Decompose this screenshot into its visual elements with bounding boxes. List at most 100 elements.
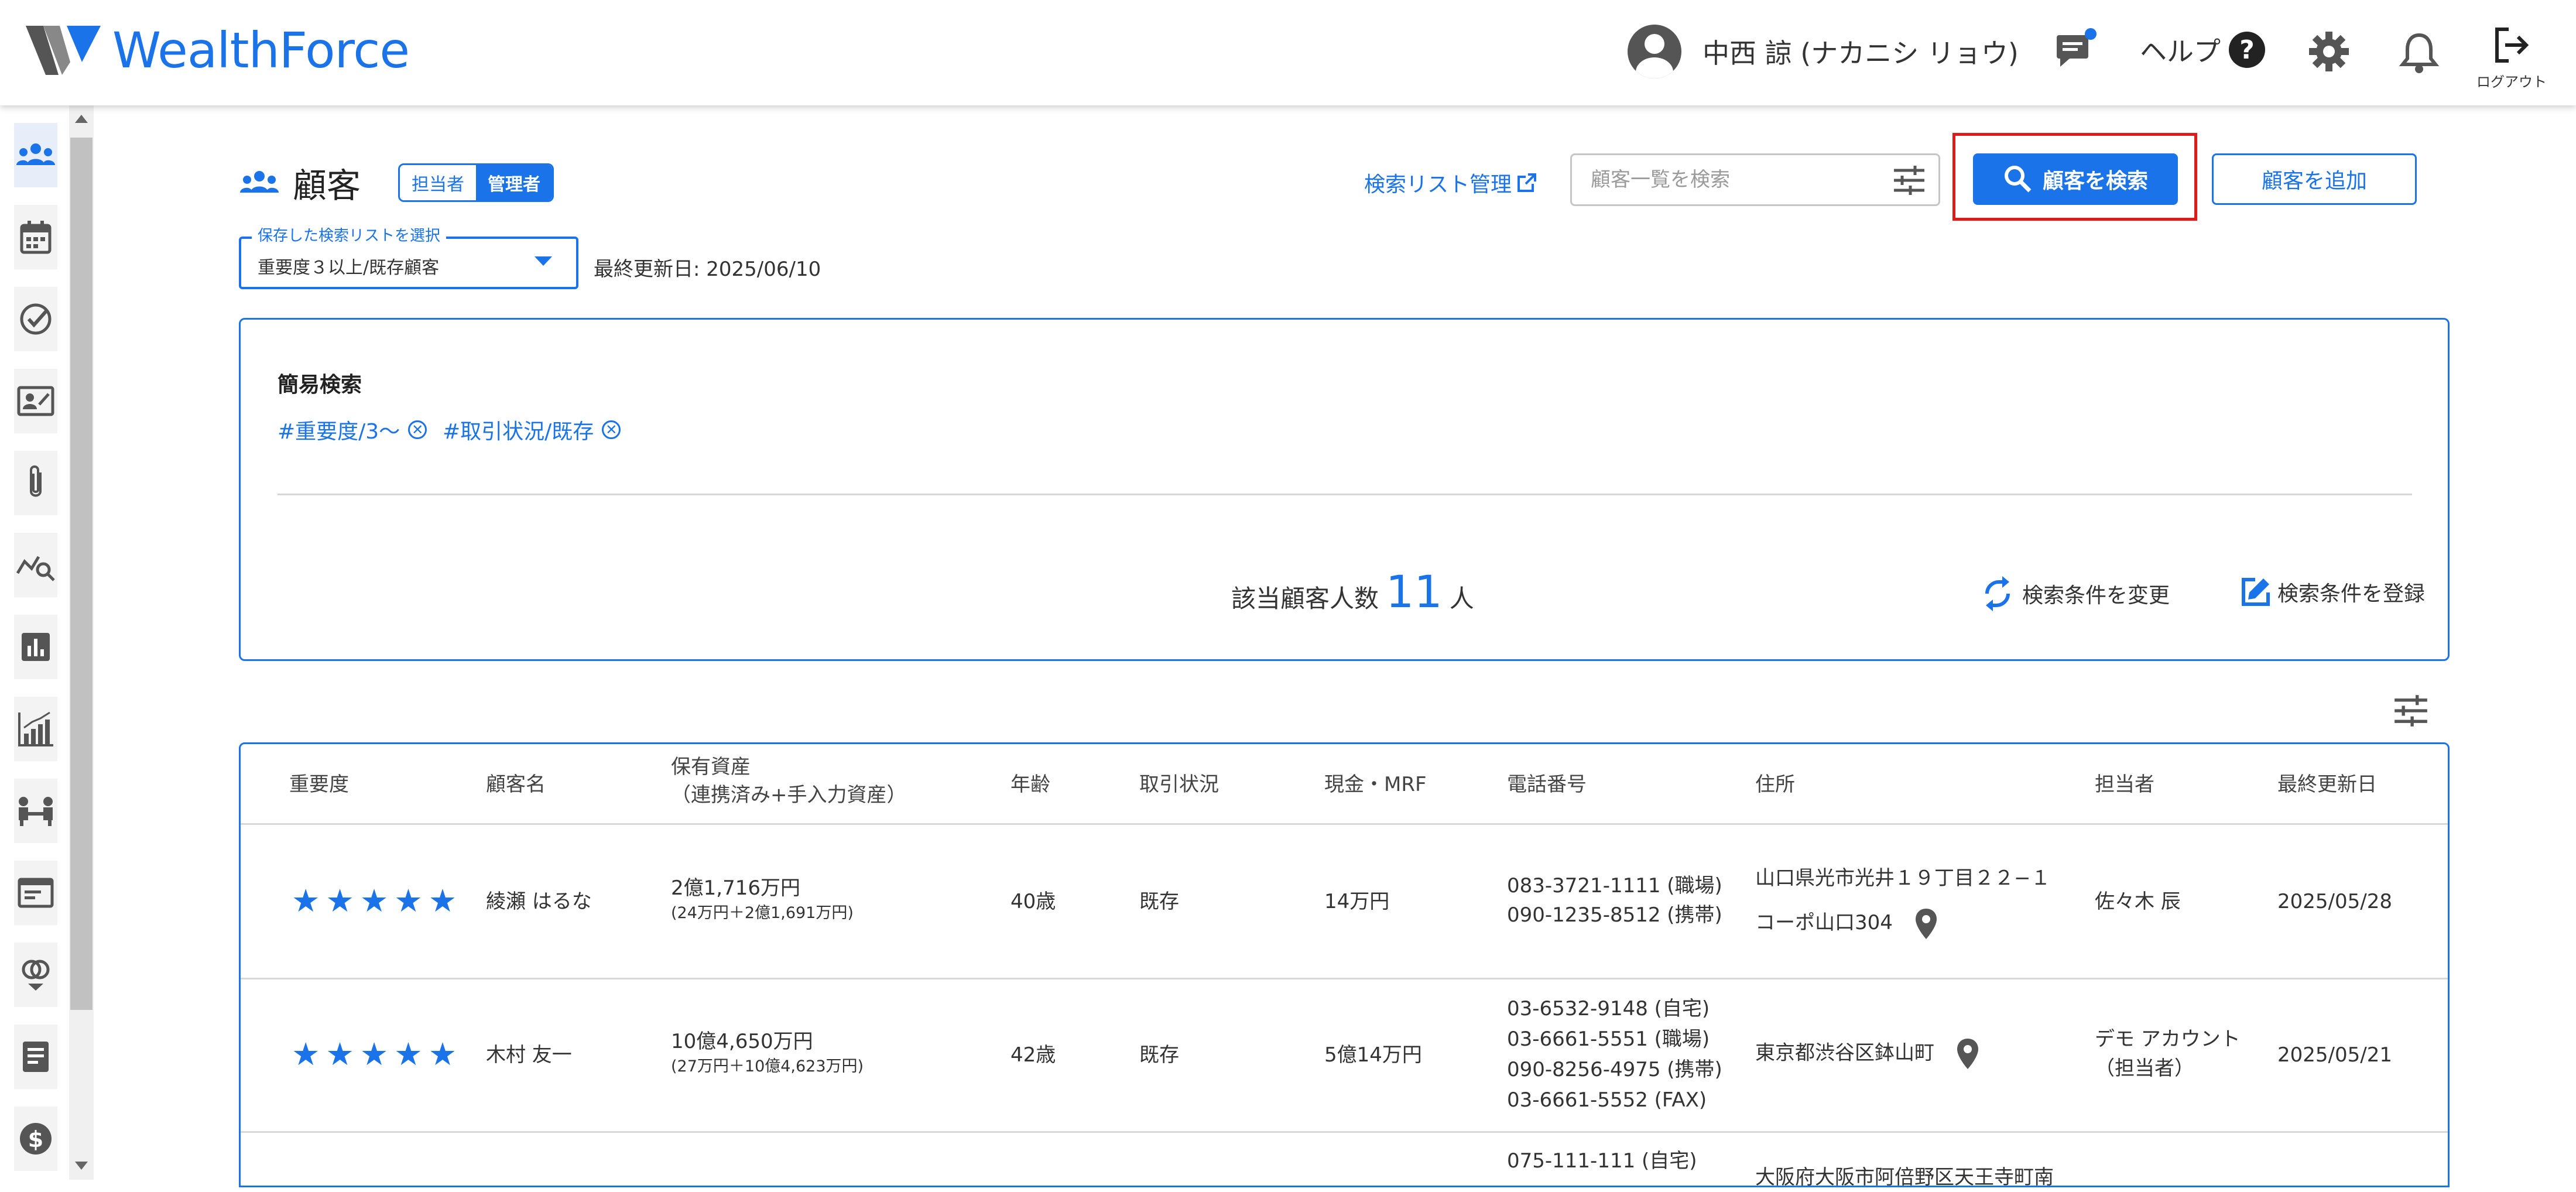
user-name: 中西 諒 (ナカニシ リョウ) (1703, 37, 2019, 69)
search-list-manage-label: 検索リスト管理 (1364, 173, 1512, 197)
map-pin-icon[interactable] (1956, 1037, 1979, 1070)
updated-cell: 2025/05/21 (2277, 1043, 2392, 1067)
chevron-down-icon[interactable] (535, 256, 552, 266)
star-icon: ★ (326, 882, 354, 919)
column-header-name[interactable]: 顧客名 (486, 770, 546, 799)
role-option-manager-staff[interactable]: 担当者 (400, 165, 477, 200)
chat-icon[interactable] (2052, 27, 2099, 76)
customer-name-link[interactable]: 木村 友一 (486, 1040, 572, 1070)
column-header-manager[interactable]: 担当者 (2095, 770, 2154, 799)
search-customers-label: 顧客を検索 (2042, 169, 2148, 193)
last-updated-date: 最終更新日: 2025/06/10 (594, 258, 821, 281)
avatar (1628, 25, 1681, 78)
app-header: WealthForce 中西 諒 (ナカニシ リョウ) ヘルプ ? ログアウト (0, 0, 2576, 105)
user-menu[interactable]: 中西 諒 (ナカニシ リョウ) (1628, 25, 2019, 78)
address-cell: 東京都渋谷区鉢山町 (1755, 1037, 1979, 1070)
column-header-assets[interactable]: 保有資産 （連携済み+手入力資産） (671, 753, 907, 809)
sidebar-item-notes[interactable] (14, 1025, 57, 1089)
people-icon (240, 171, 279, 193)
filter-tag-label: #取引状況/既存 (443, 420, 594, 444)
contact-card-icon (17, 386, 54, 416)
sidebar-item-relations[interactable] (14, 943, 57, 1007)
star-icon: ★ (292, 882, 320, 919)
count-suffix: 人 (1449, 584, 1474, 613)
column-header-phone[interactable]: 電話番号 (1507, 770, 1587, 799)
phone-number[interactable]: 03-6661-5552 (FAX) (1507, 1088, 1707, 1112)
panel-divider (278, 494, 2412, 495)
calendar-icon (20, 221, 52, 254)
manager-name: デモ アカウント (2095, 1027, 2241, 1051)
add-customer-label: 顧客を追加 (2261, 169, 2367, 193)
role-option-admin[interactable]: 管理者 (476, 165, 553, 200)
remove-tag-icon[interactable]: ✕ (602, 420, 621, 439)
sidebar-item-tasks[interactable] (14, 287, 57, 351)
help-icon: ? (2229, 32, 2265, 68)
search-customers-button[interactable]: 顧客を検索 (1973, 153, 2178, 205)
assets-detail: (27万円＋10億4,623万円) (671, 1057, 864, 1075)
assets-cell: 2億1,716万円 (24万円＋2億1,691万円) (671, 874, 854, 924)
scroll-down-arrow-icon[interactable] (75, 1162, 88, 1170)
change-conditions-button[interactable]: 検索条件を変更 (1981, 576, 2170, 611)
manager-cell: デモ アカウント （担当者） (2095, 1025, 2241, 1083)
phone-number[interactable]: 090-1235-8512 (携帯) (1507, 903, 1722, 927)
sidebar-scrollbar-thumb[interactable] (70, 138, 93, 1010)
updated-cell: 2025/05/28 (2277, 890, 2392, 913)
customer-search-input[interactable] (1590, 165, 1885, 195)
column-header-importance[interactable]: 重要度 (289, 770, 349, 799)
register-conditions-button[interactable]: 検索条件を登録 (2240, 576, 2425, 608)
row-divider (241, 823, 2448, 825)
scroll-up-arrow-icon[interactable] (75, 115, 88, 123)
star-icon: ★ (394, 882, 423, 919)
register-conditions-label: 検索条件を登録 (2277, 582, 2426, 606)
column-settings-icon[interactable] (2393, 694, 2428, 729)
sidebar-item-customers[interactable] (14, 123, 57, 187)
phone-number[interactable]: 075-111-111 (自宅) (1507, 1146, 1697, 1176)
sidebar-item-analysis[interactable] (14, 533, 57, 597)
status-cell: 既存 (1139, 890, 1179, 913)
row-divider (241, 978, 2448, 979)
note-icon (23, 1042, 49, 1072)
brand-logo[interactable]: WealthForce (26, 21, 410, 80)
help-button[interactable]: ヘルプ ? (2140, 30, 2265, 69)
add-customer-button[interactable]: 顧客を追加 (2212, 153, 2417, 205)
column-header-updated[interactable]: 最終更新日 (2277, 770, 2377, 799)
count-value: 11 (1386, 566, 1443, 618)
sidebar-item-calendar[interactable] (14, 205, 57, 269)
rings-icon (22, 960, 50, 991)
column-header-age[interactable]: 年齢 (1010, 770, 1050, 799)
sidebar-item-statistics[interactable] (14, 697, 57, 761)
importance-stars: ★ ★ ★ ★ ★ (292, 885, 463, 917)
manager-role: （担当者） (2095, 1057, 2194, 1080)
matching-customer-count: 該当顧客人数 11 人 (1231, 566, 1474, 618)
meeting-icon (19, 797, 53, 826)
customer-search-field (1570, 153, 1940, 206)
map-pin-icon[interactable] (1914, 907, 1938, 940)
sidebar-item-reports[interactable] (14, 615, 57, 679)
assets-cell: 10億4,650万円 (27万円＋10億4,623万円) (671, 1027, 864, 1077)
phone-number[interactable]: 090-8256-4975 (携帯) (1507, 1058, 1722, 1081)
sidebar-item-meeting[interactable] (14, 779, 57, 843)
phone-cell: 03-6532-9148 (自宅) 03-6661-5551 (職場) 090-… (1507, 994, 1722, 1115)
customer-name-link[interactable]: 綾瀬 はるな (486, 887, 592, 916)
sidebar-item-attachments[interactable] (14, 451, 57, 515)
bell-icon[interactable] (2398, 30, 2440, 77)
sidebar-item-documents[interactable] (14, 861, 57, 925)
gear-icon[interactable] (2307, 29, 2351, 76)
row-divider (241, 1131, 2448, 1133)
dollar-icon: $ (20, 1123, 52, 1155)
page-title-row: 顧客 担当者 管理者 (239, 158, 554, 207)
filter-settings-icon[interactable] (1893, 166, 1926, 197)
phone-number[interactable]: 03-6661-5551 (職場) (1507, 1027, 1710, 1051)
phone-number[interactable]: 083-3721-1111 (職場) (1507, 874, 1722, 898)
phone-cell: 083-3721-1111 (職場) 090-1235-8512 (携帯) (1507, 871, 1722, 930)
sidebar-item-contact-card[interactable] (14, 369, 57, 433)
remove-tag-icon[interactable]: ✕ (408, 420, 427, 439)
sidebar-item-billing[interactable]: $ (14, 1107, 57, 1171)
phone-number[interactable]: 03-6532-9148 (自宅) (1507, 997, 1710, 1020)
column-header-address[interactable]: 住所 (1755, 770, 1795, 799)
search-list-manage-link[interactable]: 検索リスト管理 (1364, 167, 1539, 198)
column-header-cash[interactable]: 現金・MRF (1324, 770, 1427, 799)
column-header-status[interactable]: 取引状況 (1139, 770, 1219, 799)
star-icon: ★ (394, 1036, 423, 1073)
logout-button[interactable]: ログアウト (2476, 25, 2547, 91)
